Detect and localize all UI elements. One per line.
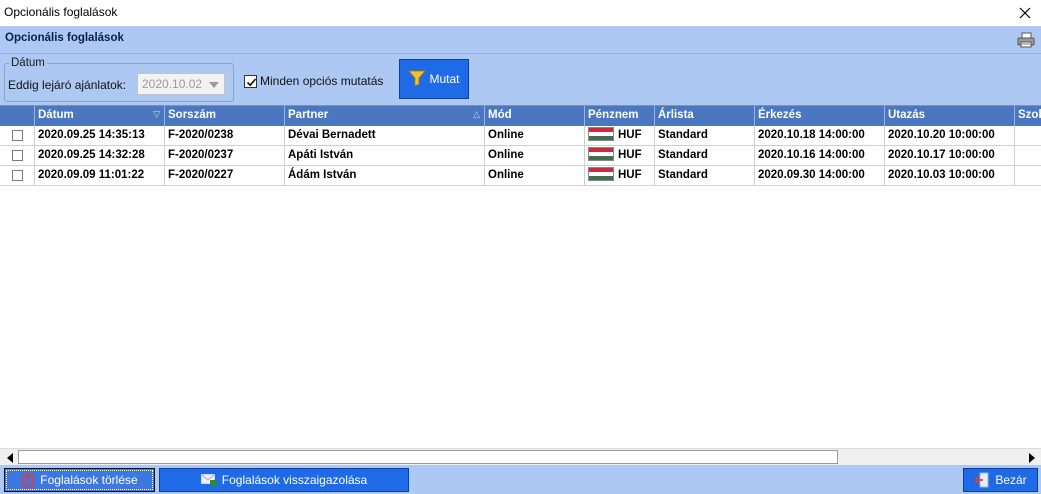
close-button[interactable]: Bezár (963, 468, 1038, 492)
cell-datum: 2020.09.25 14:32:28 (35, 146, 165, 166)
table-row[interactable]: 2020.09.25 14:32:28 F-2020/0237 Apáti Istv… (0, 146, 1041, 166)
cell-sorszam: F-2020/0237 (165, 146, 285, 166)
printer-icon (1017, 32, 1035, 48)
col-erkezes-header[interactable]: Érkezés (755, 106, 885, 126)
close-icon (1019, 7, 1031, 19)
cell-utazas: 2020.10.20 10:00:00 (885, 126, 1015, 146)
sort-desc-icon: ▽ (153, 109, 160, 119)
chevron-down-icon (209, 82, 219, 88)
hungary-flag-icon (588, 147, 614, 161)
col-datum-header[interactable]: Dátum ▽ (35, 106, 165, 126)
cell-select[interactable] (0, 166, 35, 186)
col-penznem-header[interactable]: Pénznem (585, 106, 655, 126)
trash-icon (22, 472, 35, 488)
checkmark-icon (246, 77, 257, 86)
col-utazas-header[interactable]: Utazás (885, 106, 1015, 126)
scroll-right-icon (1028, 452, 1035, 463)
table-row[interactable]: 2020.09.25 14:35:13 F-2020/0238 Dévai Bern… (0, 126, 1041, 146)
cell-szoba (1015, 126, 1041, 146)
cell-datum: 2020.09.09 11:01:22 (35, 166, 165, 186)
cell-select[interactable] (0, 146, 35, 166)
cell-utazas: 2020.10.17 10:00:00 (885, 146, 1015, 166)
currency-code: HUF (618, 129, 642, 142)
cell-erkezes: 2020.10.16 14:00:00 (755, 146, 885, 166)
confirm-bookings-button[interactable]: Foglalások visszaigazolása (159, 468, 409, 492)
show-all-checkbox-wrap[interactable]: Minden opciós mutatás (244, 74, 383, 88)
page-title: Opcionális foglalások (5, 32, 124, 44)
horizontal-scrollbar[interactable] (0, 448, 1041, 465)
col-select-header (0, 106, 35, 126)
row-checkbox[interactable] (12, 170, 23, 181)
cell-arlista: Standard (655, 146, 755, 166)
show-all-checkbox[interactable] (244, 74, 257, 88)
cell-mod: Online (485, 146, 585, 166)
show-button-label: Mutat (429, 72, 460, 86)
filter-funnel-icon (408, 70, 427, 87)
close-button-label: Bezár (995, 473, 1027, 487)
currency-code: HUF (618, 149, 642, 162)
scroll-right-button[interactable] (1023, 449, 1040, 466)
show-all-label: Minden opciós mutatás (260, 74, 384, 88)
close-window-button[interactable] (1009, 0, 1041, 26)
col-arlista-header[interactable]: Árlista (655, 106, 755, 126)
cell-arlista: Standard (655, 166, 755, 186)
bookings-grid: Dátum ▽ Sorszám Partner △ Mód Pénznem Árli… (0, 105, 1041, 448)
filter-band: Dátum Eddig lejáró ajánlatok: 2020.10.02… (0, 54, 1041, 105)
delete-bookings-label: Foglalások törlése (40, 473, 138, 487)
footer-band: Foglalások törlése Foglalások visszaigaz… (0, 465, 1041, 494)
expiry-date-value: 2020.10.02 (142, 77, 203, 91)
cell-partner: Apáti István (285, 146, 485, 166)
print-button[interactable] (1017, 31, 1035, 49)
scroll-left-button[interactable] (1, 449, 18, 466)
cell-erkezes: 2020.09.30 14:00:00 (755, 166, 885, 186)
date-group-label: Dátum (9, 57, 47, 69)
cell-select[interactable] (0, 126, 35, 146)
cell-szoba (1015, 146, 1041, 166)
confirm-bookings-label: Foglalások visszaigazolása (221, 473, 368, 487)
expiry-label: Eddig lejáró ajánlatok: (8, 78, 127, 92)
sort-asc-icon: △ (473, 109, 480, 119)
row-checkbox[interactable] (12, 130, 23, 141)
cell-erkezes: 2020.10.18 14:00:00 (755, 126, 885, 146)
currency-code: HUF (618, 169, 642, 182)
cell-partner: Dévai Bernadett (285, 126, 485, 146)
table-row[interactable]: 2020.09.09 11:01:22 F-2020/0227 Ádám Istvá… (0, 166, 1041, 186)
date-groupbox: Dátum Eddig lejáró ajánlatok: 2020.10.02 (4, 57, 234, 102)
row-checkbox[interactable] (12, 150, 23, 161)
window: Opcionális foglalások Opcionális foglalá… (0, 0, 1041, 494)
col-sorszam-header[interactable]: Sorszám (165, 106, 285, 126)
col-partner-header[interactable]: Partner △ (285, 106, 485, 126)
cell-partner: Ádám István (285, 166, 485, 186)
expiry-date-combo[interactable]: 2020.10.02 (137, 73, 225, 95)
confirm-envelope-icon (200, 474, 217, 486)
scrollbar-thumb[interactable] (18, 450, 838, 464)
grid-header: Dátum ▽ Sorszám Partner △ Mód Pénznem Árli… (0, 106, 1041, 126)
cell-datum: 2020.09.25 14:35:13 (35, 126, 165, 146)
cell-penznem: HUF (585, 166, 655, 186)
cell-sorszam: F-2020/0238 (165, 126, 285, 146)
cell-szoba (1015, 166, 1041, 186)
cell-sorszam: F-2020/0227 (165, 166, 285, 186)
show-button[interactable]: Mutat (399, 59, 469, 99)
window-title: Opcionális foglalások (4, 5, 118, 19)
cell-mod: Online (485, 166, 585, 186)
hungary-flag-icon (588, 127, 614, 141)
cell-mod: Online (485, 126, 585, 146)
cell-utazas: 2020.10.03 10:00:00 (885, 166, 1015, 186)
exit-door-icon (974, 472, 989, 488)
delete-bookings-button[interactable]: Foglalások törlése (4, 468, 155, 492)
title-bar: Opcionális foglalások (0, 0, 1041, 26)
cell-arlista: Standard (655, 126, 755, 146)
header-band: Opcionális foglalások (0, 26, 1041, 54)
cell-penznem: HUF (585, 126, 655, 146)
scroll-left-icon (6, 452, 13, 463)
cell-penznem: HUF (585, 146, 655, 166)
col-szoba-header[interactable]: Szob (1015, 106, 1041, 126)
col-mod-header[interactable]: Mód (485, 106, 585, 126)
hungary-flag-icon (588, 167, 614, 181)
